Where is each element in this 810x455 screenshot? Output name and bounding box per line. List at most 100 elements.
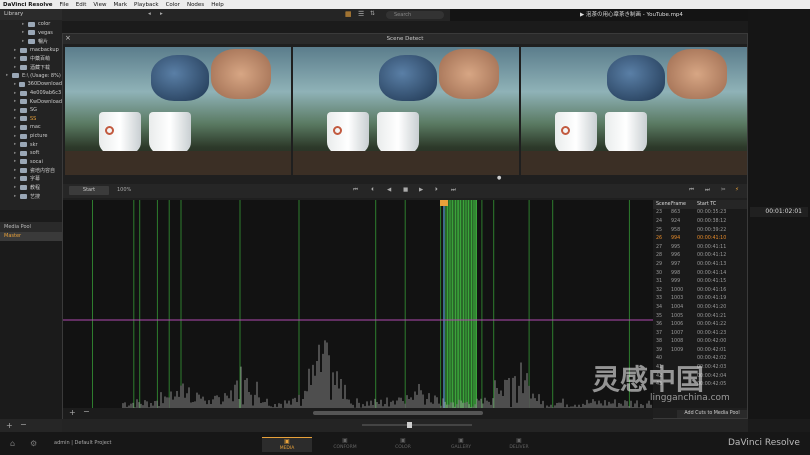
table-cell: 38 [656,339,663,345]
tree-item[interactable]: ▸ 4e009ab6c3 [0,89,62,98]
tree-item[interactable]: ▸ KwDownload [0,97,62,106]
table-row[interactable]: 31 999 00:00:41:15 [653,277,747,286]
tree-item[interactable]: ▸ E:\ (Usage: 8%) [0,72,62,81]
add-bin-icon[interactable]: + [6,421,13,430]
menu-mark[interactable]: Mark [113,2,127,8]
tree-item[interactable]: ▸ socai [0,158,62,167]
tree-item[interactable]: ▸ picture [0,132,62,141]
tree-item[interactable]: ▸ soft [0,149,62,158]
remove-bin-icon[interactable]: − [20,420,27,429]
gear-icon[interactable]: ⚙ [30,439,37,448]
zoom-slider-handle[interactable] [407,422,412,428]
table-cell: 00:00:42:03 [697,365,727,371]
next-cut-icon[interactable]: ⏭ [705,186,710,195]
table-row[interactable]: 28 996 00:00:41:12 [653,252,747,261]
table-row[interactable]: 37 1007 00:00:41:23 [653,329,747,338]
page-tab-media[interactable]: ▣ MEDIA [262,437,312,452]
tree-item-label: 360Download [27,81,62,88]
tree-item[interactable]: ▸ 教程 [0,183,62,192]
table-cell: 996 [671,253,681,259]
tree-item[interactable]: ▸ color [0,20,62,29]
forward-icon[interactable]: ▸ [160,11,163,17]
table-row[interactable]: 26 994 00:00:41:10 [653,234,747,243]
table-row[interactable]: 38 1008 00:00:42:00 [653,338,747,347]
table-cell: 998 [671,270,681,276]
next-frame-icon[interactable]: ⏵ [435,186,438,195]
stop-icon[interactable]: ■ [403,186,408,195]
list-view-icon[interactable]: ☰ [358,10,364,18]
menu-view[interactable]: View [93,2,106,8]
zoom-slider[interactable] [362,424,472,426]
table-row[interactable]: 23 863 00:00:35:23 [653,209,747,218]
table-row[interactable]: 32 1000 00:00:41:16 [653,286,747,295]
go-start-icon[interactable]: ⏮ [353,186,358,195]
tree-item[interactable]: ▸ 字幕 [0,175,62,184]
zoom-in-icon[interactable]: + [69,408,76,417]
prev-frame-icon[interactable]: ⏴ [371,186,374,195]
tree-item[interactable]: ▸ macbackup [0,46,62,55]
start-button[interactable]: Start [69,186,109,195]
prev-cut-icon[interactable]: ⏮ [689,186,694,195]
table-row[interactable]: 36 1006 00:00:41:22 [653,320,747,329]
cut-icon[interactable]: ✂ [721,186,726,195]
page-tab-deliver[interactable]: ▣ DELIVER [494,437,544,452]
snap-icon[interactable]: ⚡ [735,186,739,195]
table-row[interactable]: 25 958 00:00:39:22 [653,226,747,235]
tree-item[interactable]: ▸ 暢片 [0,37,62,46]
app-menu[interactable]: DaVinci Resolve [3,2,53,8]
zoom-out-icon[interactable]: − [83,407,90,416]
play-icon[interactable]: ▶ [419,186,423,195]
reverse-icon[interactable]: ◀ [387,186,391,195]
table-cell: 1005 [671,313,684,319]
folder-icon [20,107,27,113]
menu-nodes[interactable]: Nodes [187,2,204,8]
menu-file[interactable]: File [60,2,69,8]
grid-view-icon[interactable]: ▦ [345,10,352,18]
table-cell: 1003 [671,296,684,302]
table-row[interactable]: 39 1009 00:00:42:01 [653,346,747,355]
close-icon[interactable]: × [65,34,71,42]
table-cell: 00:00:41:16 [697,287,727,293]
tree-item[interactable]: ▸ mac [0,123,62,132]
table-row[interactable]: 27 995 00:00:41:11 [653,243,747,252]
sort-icon[interactable]: ⇅ [370,10,375,17]
page-tab-gallery[interactable]: ▣ GALLERY [436,437,486,452]
menu-edit[interactable]: Edit [76,2,87,8]
tree-item[interactable]: ▸ 中藥百萌 [0,54,62,63]
search-input[interactable]: Search [386,11,444,19]
tree-item[interactable]: ▸ 瓷培内容自 [0,166,62,175]
tree-item[interactable]: ▸ 360Download [0,80,62,89]
tree-item[interactable]: ▸ SG [0,106,62,115]
tree-item[interactable]: ▸ skr [0,140,62,149]
tree-item[interactable]: ▸ 酒藏下载 [0,63,62,72]
deliver-icon: ▣ [516,437,522,444]
menu-playback[interactable]: Playback [134,2,159,8]
menu-color[interactable]: Color [166,2,180,8]
go-end-icon[interactable]: ⏭ [451,186,456,195]
tree-item[interactable]: ▸ SS [0,115,62,124]
table-row[interactable]: 29 997 00:00:41:13 [653,260,747,269]
menu-help[interactable]: Help [211,2,224,8]
tree-item[interactable]: ▸ vegas [0,29,62,38]
column-header[interactable]: Frame [671,202,697,207]
column-header[interactable]: Start TC [697,202,747,207]
table-row[interactable]: 35 1005 00:00:41:21 [653,312,747,321]
table-cell: 00:00:42:00 [697,339,727,345]
table-cell: 00:00:41:20 [697,304,727,310]
page-tab-color[interactable]: ▣ COLOR [378,437,428,452]
table-row[interactable]: 30 998 00:00:41:14 [653,269,747,278]
back-icon[interactable]: ◂ [148,11,151,17]
table-row[interactable]: 24 924 00:00:38:12 [653,217,747,226]
scroll-thumb[interactable] [313,411,483,415]
page-tab-conform[interactable]: ▣ CONFORM [320,437,370,452]
column-header[interactable]: Scene [653,202,671,207]
scene-graph[interactable] [63,200,653,408]
timeline-strip [62,419,748,432]
home-icon[interactable]: ⌂ [10,439,15,448]
table-row[interactable]: 33 1003 00:00:41:19 [653,295,747,304]
zoom-level[interactable]: 100% [117,186,131,195]
table-row[interactable]: 34 1004 00:00:41:20 [653,303,747,312]
add-cuts-button[interactable]: Add Cuts to Media Pool [677,410,747,418]
tree-item[interactable]: ▸ 艺搜 [0,192,62,201]
media-pool-master[interactable]: Master [0,232,62,241]
